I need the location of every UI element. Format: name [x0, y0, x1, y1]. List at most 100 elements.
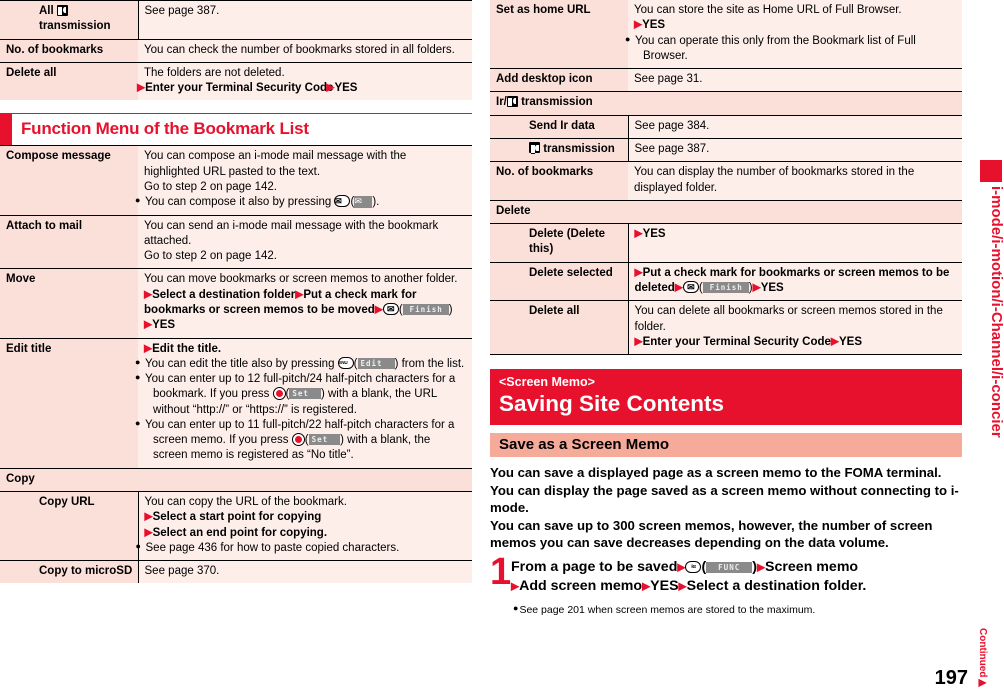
desc-line: You can copy the URL of the bookmark. [144, 496, 347, 509]
chapter-side-tab: i-mode/i-motion/i-Channel/i-concier [980, 0, 1004, 698]
table-group-row: Delete [490, 200, 962, 224]
step-arrow-icon: ▶ [674, 281, 683, 294]
menu-key-icon: MENU [337, 356, 354, 369]
table-row: All transmission See page 387. [0, 0, 472, 40]
envelope-key-icon [382, 302, 399, 315]
envelope-softkey-icon [354, 196, 373, 209]
continued-arrow-icon: ▶ [977, 677, 988, 688]
desc-line: displayed folder. [634, 181, 718, 194]
ic-transmission-icon [529, 142, 540, 154]
step-arrow-icon: ▶ [144, 510, 153, 523]
row-label: Edit title [0, 338, 139, 469]
ic-transmission-icon [506, 95, 518, 108]
side-tab-swatch [980, 160, 1002, 182]
section-heading-text: Function Menu of the Bookmark List [21, 119, 309, 139]
row-description: ▶Edit the title. ● You can edit the title… [135, 338, 472, 469]
set-softkey: Set [308, 434, 341, 446]
step-text: From a page to be saved▶ iα(FUNC)▶Screen … [511, 559, 867, 594]
function-menu-table: Compose message You can compose an i-mod… [0, 146, 472, 584]
desc-line: Go to step 2 on page 142. [144, 250, 278, 263]
ic-transmission-icon [56, 4, 68, 16]
step-arrow-icon: ▶ [678, 580, 687, 593]
section-heading: Function Menu of the Bookmark List [0, 113, 472, 147]
step-arrow-icon: ▶ [634, 335, 643, 348]
step-arrow-icon: ▶ [144, 526, 153, 539]
row-description: See page 384. [628, 115, 962, 139]
desc-line: The folders are not deleted. [144, 66, 285, 79]
table-row: Delete all You can delete all bookmarks … [490, 300, 962, 355]
side-tab-label: i-mode/i-motion/i-Channel/i-concier [988, 186, 1004, 438]
row-gutter [0, 560, 33, 584]
bullet-icon: ● [135, 372, 141, 383]
desc-note: ● See page 436 for how to paste copied ch… [135, 540, 400, 554]
function-menu-table-continued: Set as home URL You can store the site a… [490, 0, 962, 355]
desc-line: You can compose an i-mode mail message w… [144, 150, 407, 163]
table-row: Move You can move bookmarks or screen me… [0, 268, 472, 338]
table-row: No. of bookmarks You can display the num… [490, 161, 962, 201]
table-row: Compose message You can compose an i-mod… [0, 146, 472, 216]
row-gutter [490, 223, 523, 263]
row-description: ▶Put a check mark for bookmarks or scree… [628, 262, 962, 301]
row-label: Delete (Delete this) [523, 223, 629, 263]
finish-softkey: Finish [402, 303, 449, 315]
row-description: You can display the number of bookmarks … [628, 161, 962, 201]
table-row: Delete all The folders are not deleted. … [0, 62, 472, 101]
row-gutter [490, 262, 523, 301]
envelope-key-icon [682, 280, 699, 293]
desc-line: highlighted URL pasted to the text. [144, 165, 321, 178]
bullet-icon: ● [513, 603, 519, 614]
desc-line: You can display the number of bookmarks … [634, 166, 915, 179]
desc-note: ●You can compose it also by pressing (). [135, 195, 467, 210]
row-label: All transmission [33, 0, 139, 40]
row-label: Delete selected [523, 262, 629, 301]
table-row: Set as home URL You can store the site a… [490, 0, 962, 69]
row-description: See page 31. [628, 68, 962, 92]
step-arrow-icon: ▶ [634, 18, 643, 31]
row-label: transmission [523, 138, 629, 162]
procedure-step: 1 From a page to be saved▶ iα(FUNC)▶Scree… [490, 551, 962, 595]
group-label: Ir/ transmission [490, 91, 962, 116]
row-label: Copy URL [33, 491, 139, 561]
step-arrow-icon: ▶ [295, 288, 304, 301]
row-description: You can compose an i-mode mail message w… [135, 146, 472, 216]
desc-note: ● You can enter up to 12 full-pitch/24 ha… [135, 372, 456, 416]
table-row: Edit title ▶Edit the title. ● You can edi… [0, 338, 472, 469]
bookmark-folder-list-table: All transmission See page 387. No. of bo… [0, 0, 472, 101]
step-arrow-icon: ▶ [642, 580, 651, 593]
step-arrow-icon: ▶ [374, 303, 383, 316]
row-description: See page 387. [138, 0, 472, 40]
step-arrow-icon: ▶ [752, 281, 761, 294]
row-label: Send Ir data [523, 115, 629, 139]
table-row: Copy URL You can copy the URL of the boo… [0, 491, 472, 561]
step-arrow-icon: ▶ [144, 342, 153, 354]
row-description: ▶YES [628, 223, 962, 263]
row-gutter [490, 138, 523, 162]
ok-key-icon [272, 387, 286, 401]
finish-softkey: Finish [702, 281, 749, 293]
step-number: 1 [490, 551, 512, 594]
edit-softkey: Edit [357, 357, 395, 369]
bullet-icon: ● [135, 417, 141, 428]
group-label: Delete [490, 200, 962, 224]
func-softkey: FUNC [706, 562, 753, 574]
envelope-key-icon [334, 195, 351, 208]
table-row: Copy to microSD See page 370. [0, 560, 472, 584]
desc-step-line: ▶Enter your Terminal Security Code▶YES [137, 81, 358, 95]
row-label: Delete all [523, 300, 629, 355]
row-description: You can move bookmarks or screen memos t… [138, 268, 472, 338]
desc-note: ● You can enter up to 11 full-pitch/22 ha… [135, 417, 455, 462]
row-label: Add desktop icon [490, 68, 629, 92]
row-label: Attach to mail [0, 215, 139, 269]
manual-page: All transmission See page 387. No. of bo… [0, 0, 1004, 698]
table-row: Delete selected ▶Put a check mark for bo… [490, 262, 962, 301]
group-label-suffix: transmission [521, 96, 593, 109]
row-description: See page 370. [138, 560, 472, 584]
label-text-suffix: transmission [39, 20, 111, 33]
row-label: No. of bookmarks [490, 161, 629, 201]
ok-key-icon [291, 433, 305, 447]
row-description: You can send an i-mode mail message with… [138, 215, 472, 269]
desc-note: ● You can edit the title also by pressing… [135, 356, 465, 370]
step-arrow-icon: ▶ [756, 561, 766, 574]
step-arrow-icon: ▶ [326, 81, 335, 94]
row-description: You can copy the URL of the bookmark. ▶S… [135, 491, 472, 561]
